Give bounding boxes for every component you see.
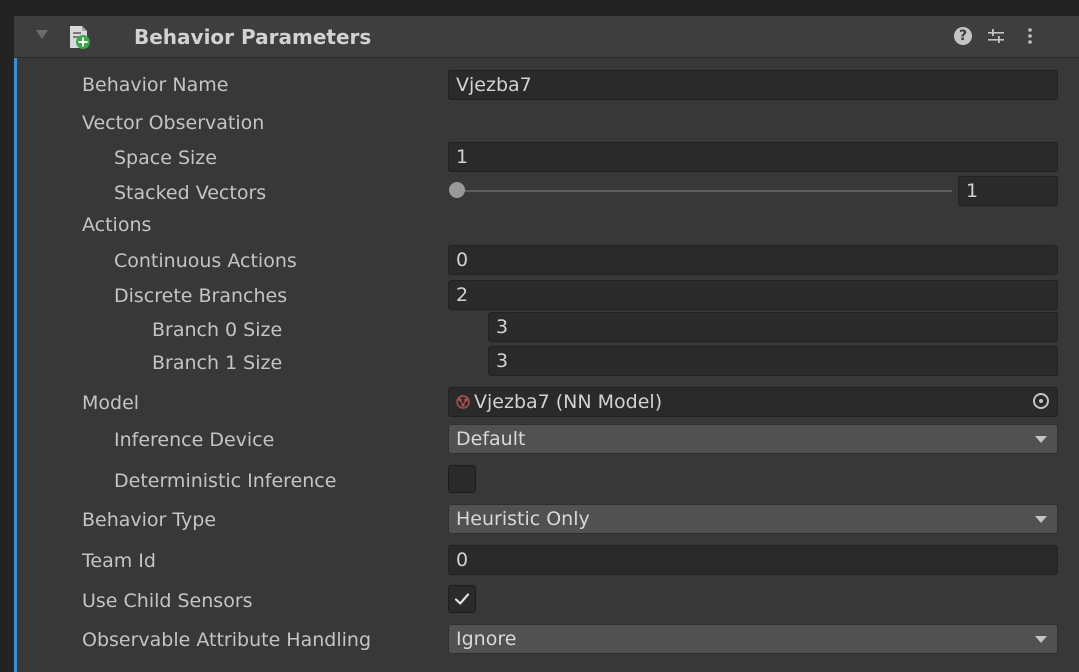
branch-1-size-input[interactable]: 3: [488, 346, 1058, 376]
chevron-down-icon: [1035, 516, 1047, 523]
foldout-arrow-icon[interactable]: [36, 30, 48, 39]
discrete-branches-input[interactable]: 2: [448, 280, 1058, 310]
continuous-actions-label: Continuous Actions: [114, 250, 297, 272]
chevron-down-icon: [1035, 436, 1047, 443]
model-value: Vjezba7 (NN Model): [474, 391, 663, 413]
stacked-vectors-input[interactable]: 1: [958, 176, 1058, 206]
behavior-name-input[interactable]: Vjezba7: [448, 70, 1058, 100]
nn-model-icon: [456, 395, 470, 409]
object-picker-icon[interactable]: [1033, 393, 1049, 409]
component-header[interactable]: Behavior Parameters ?: [14, 16, 1079, 58]
selection-accent-bar: [14, 58, 17, 672]
branch-1-size-label: Branch 1 Size: [152, 352, 283, 374]
inference-device-dropdown[interactable]: Default: [448, 424, 1058, 454]
top-edge: [0, 0, 1079, 16]
branch-0-size-input[interactable]: 3: [488, 312, 1058, 342]
component-title: Behavior Parameters: [134, 25, 372, 49]
behavior-type-label: Behavior Type: [82, 509, 217, 531]
observable-attribute-handling-label: Observable Attribute Handling: [82, 629, 371, 651]
help-icon[interactable]: ?: [954, 27, 972, 45]
use-child-sensors-checkbox[interactable]: [448, 585, 476, 613]
deterministic-inference-checkbox[interactable]: [448, 465, 476, 493]
space-size-label: Space Size: [114, 147, 217, 169]
stacked-vectors-slider-track[interactable]: [456, 190, 952, 192]
model-object-field[interactable]: Vjezba7 (NN Model): [448, 387, 1058, 417]
more-icon[interactable]: [1024, 26, 1036, 46]
behavior-type-value: Heuristic Only: [456, 508, 590, 530]
deterministic-inference-label: Deterministic Inference: [114, 470, 337, 492]
inference-device-value: Default: [456, 428, 526, 450]
behavior-type-dropdown[interactable]: Heuristic Only: [448, 504, 1058, 534]
team-id-input[interactable]: 0: [448, 545, 1058, 575]
observable-attribute-handling-value: Ignore: [456, 628, 517, 650]
model-label: Model: [82, 392, 140, 414]
side-gutter: [0, 0, 14, 672]
inference-device-label: Inference Device: [114, 429, 275, 451]
behavior-name-label: Behavior Name: [82, 74, 229, 96]
discrete-branches-label: Discrete Branches: [114, 285, 288, 307]
stacked-vectors-slider-thumb[interactable]: [449, 182, 465, 198]
observable-attribute-handling-dropdown[interactable]: Ignore: [448, 624, 1058, 654]
inspector-panel: Behavior Parameters ? Behavior Name Vjez…: [0, 0, 1079, 672]
script-icon: [70, 26, 90, 49]
checkmark-icon: [454, 593, 470, 605]
actions-label: Actions: [82, 214, 152, 236]
preset-icon[interactable]: [986, 26, 1006, 46]
team-id-label: Team Id: [82, 550, 156, 572]
continuous-actions-input[interactable]: 0: [448, 245, 1058, 275]
space-size-input[interactable]: 1: [448, 142, 1058, 172]
vector-observation-label: Vector Observation: [82, 112, 265, 134]
branch-0-size-label: Branch 0 Size: [152, 319, 283, 341]
chevron-down-icon: [1035, 636, 1047, 643]
use-child-sensors-label: Use Child Sensors: [82, 590, 253, 612]
stacked-vectors-label: Stacked Vectors: [114, 182, 267, 204]
